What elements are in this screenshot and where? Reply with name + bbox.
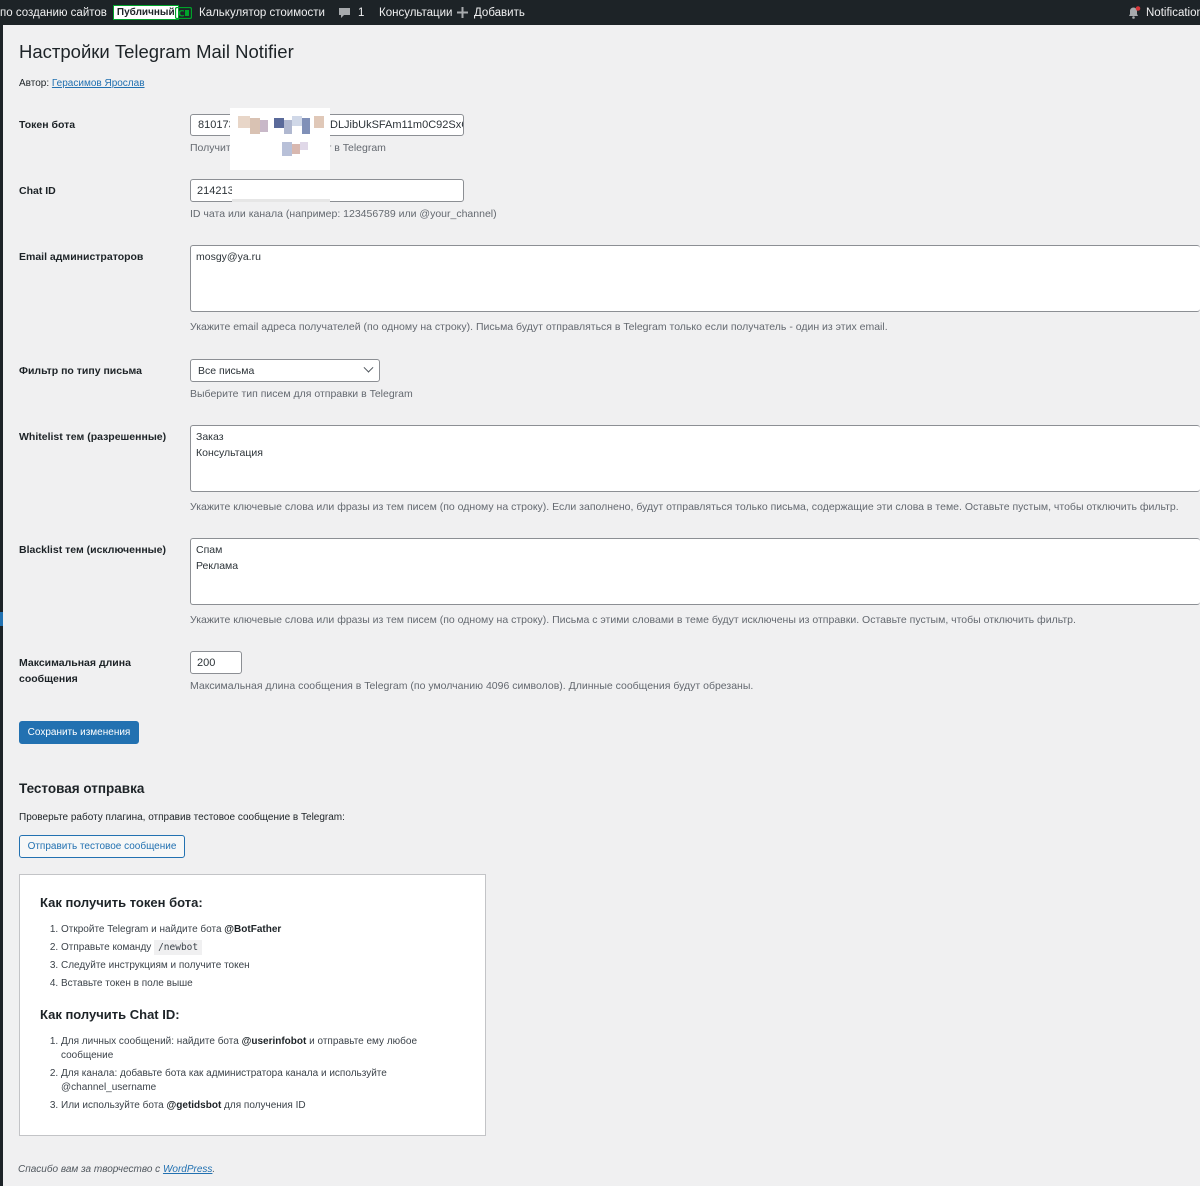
page-title: Настройки Telegram Mail Notifier (19, 41, 294, 62)
maxlen-input[interactable]: 200 (190, 651, 242, 674)
maxlen-label: Максимальная длина сообщения (19, 655, 131, 687)
author-label: Автор: (19, 78, 50, 89)
token-help-title: Как получить токен бота: (40, 895, 203, 910)
test-section-desc: Проверьте работу плагина, отправив тесто… (19, 812, 345, 823)
filter-select[interactable]: Все письма (190, 359, 380, 382)
admin-menu-edge (0, 25, 3, 1186)
redaction-block (230, 108, 330, 170)
list-item: Вставьте токен в поле выше (61, 977, 281, 991)
bell-icon (1129, 6, 1141, 19)
admin-bar: по созданию сайтов Публичный C Калькулят… (0, 0, 1200, 25)
author-line: Автор: Герасимов Ярослав (19, 78, 145, 89)
author-link[interactable]: Герасимов Ярослав (52, 78, 145, 89)
list-item: Или используйте бота @getidsbot для полу… (61, 1099, 417, 1113)
svg-text:C: C (178, 9, 185, 19)
list-item: Откройте Telegram и найдите бота @BotFat… (61, 923, 281, 937)
site-name-link[interactable]: по созданию сайтов Публичный (0, 0, 179, 25)
token-desc-start: Получит (190, 142, 231, 154)
emails-label: Email администраторов (19, 251, 144, 263)
add-label: Добавить (474, 6, 525, 19)
maxlen-label-line1: Максимальная длина (19, 657, 131, 669)
whitelist-label: Whitelist тем (разрешенные) (19, 431, 167, 443)
chat-help-steps: Для личных сообщений: найдите бота @user… (61, 1035, 417, 1113)
blacklist-desc: Укажите ключевые слова или фразы из тем … (190, 614, 1076, 626)
consult-menu[interactable]: Консультации (379, 0, 452, 25)
add-new-menu[interactable]: Добавить (457, 0, 525, 25)
token-help-steps: Откройте Telegram и найдите бота @BotFat… (61, 923, 281, 991)
chat-help-title: Как получить Chat ID: (40, 1007, 180, 1022)
emails-textarea[interactable]: mosgy@ya.ru (190, 245, 1200, 312)
maxlen-label-line2: сообщения (19, 673, 78, 685)
list-item: Отправьте команду /newbot (61, 940, 281, 955)
maxlen-value: 200 (197, 656, 216, 669)
list-item: Следуйте инструкциям и получите токен (61, 959, 281, 973)
plus-icon (457, 7, 468, 18)
token-desc: Получит (190, 142, 231, 154)
chat-id-label: Chat ID (19, 185, 56, 197)
calculator-icon: C (175, 6, 192, 19)
blacklist-textarea[interactable]: Спам Реклама (190, 538, 1200, 605)
comments-count: 1 (358, 6, 365, 19)
notifications-menu[interactable]: Notification (1127, 0, 1200, 25)
consult-label: Консультации (379, 6, 453, 19)
calculator-menu[interactable]: C Калькулятор стоимости (175, 0, 325, 25)
notifications-label: Notification (1146, 6, 1200, 19)
chevron-down-icon (363, 362, 374, 373)
emails-desc: Укажите email адреса получателей (по одн… (190, 321, 888, 333)
test-section-title: Тестовая отправка (19, 781, 145, 796)
blacklist-label: Blacklist тем (исключенные) (19, 544, 166, 556)
public-badge: Публичный (112, 5, 179, 20)
whitelist-textarea[interactable]: Заказ Консультация (190, 425, 1200, 492)
token-label: Токен бота (19, 119, 76, 131)
footer-text: Спасибо вам за творчество с (18, 1164, 163, 1175)
comments-menu[interactable]: 1 (338, 0, 364, 25)
maxlen-desc: Максимальная длина сообщения в Telegram … (190, 680, 754, 692)
filter-desc: Выберите тип писем для отправки в Telegr… (190, 388, 413, 400)
send-test-button[interactable]: Отправить тестовое сообщение (19, 835, 185, 858)
newbot-code: /newbot (154, 940, 203, 955)
admin-footer: Спасибо вам за творчество с WordPress. (18, 1164, 215, 1175)
save-button[interactable]: Сохранить изменения (19, 721, 139, 744)
chat-id-value: 214213 (197, 184, 234, 197)
footer-dot: . (212, 1164, 216, 1175)
list-item: Для канала: добавьте бота как администра… (61, 1067, 417, 1095)
comment-icon (339, 7, 350, 18)
chat-id-redaction (232, 180, 330, 202)
admin-menu-accent (0, 612, 3, 626)
calculator-label: Калькулятор стоимости (199, 6, 325, 19)
whitelist-desc: Укажите ключевые слова или фразы из тем … (190, 501, 1179, 513)
wordpress-link[interactable]: WordPress (163, 1164, 212, 1175)
site-name: по созданию сайтов (0, 6, 107, 19)
filter-selected: Все письма (198, 364, 255, 377)
token-value-end: DLJibUkSFAm11m0C92SxC (330, 119, 464, 131)
help-card: Как получить токен бота: Откройте Telegr… (19, 874, 486, 1136)
chat-id-desc: ID чата или канала (например: 123456789 … (190, 208, 497, 220)
token-desc-tail: er в Telegram (322, 142, 386, 154)
list-item: Для личных сообщений: найдите бота @user… (61, 1035, 417, 1063)
filter-label: Фильтр по типу письма (19, 365, 143, 377)
